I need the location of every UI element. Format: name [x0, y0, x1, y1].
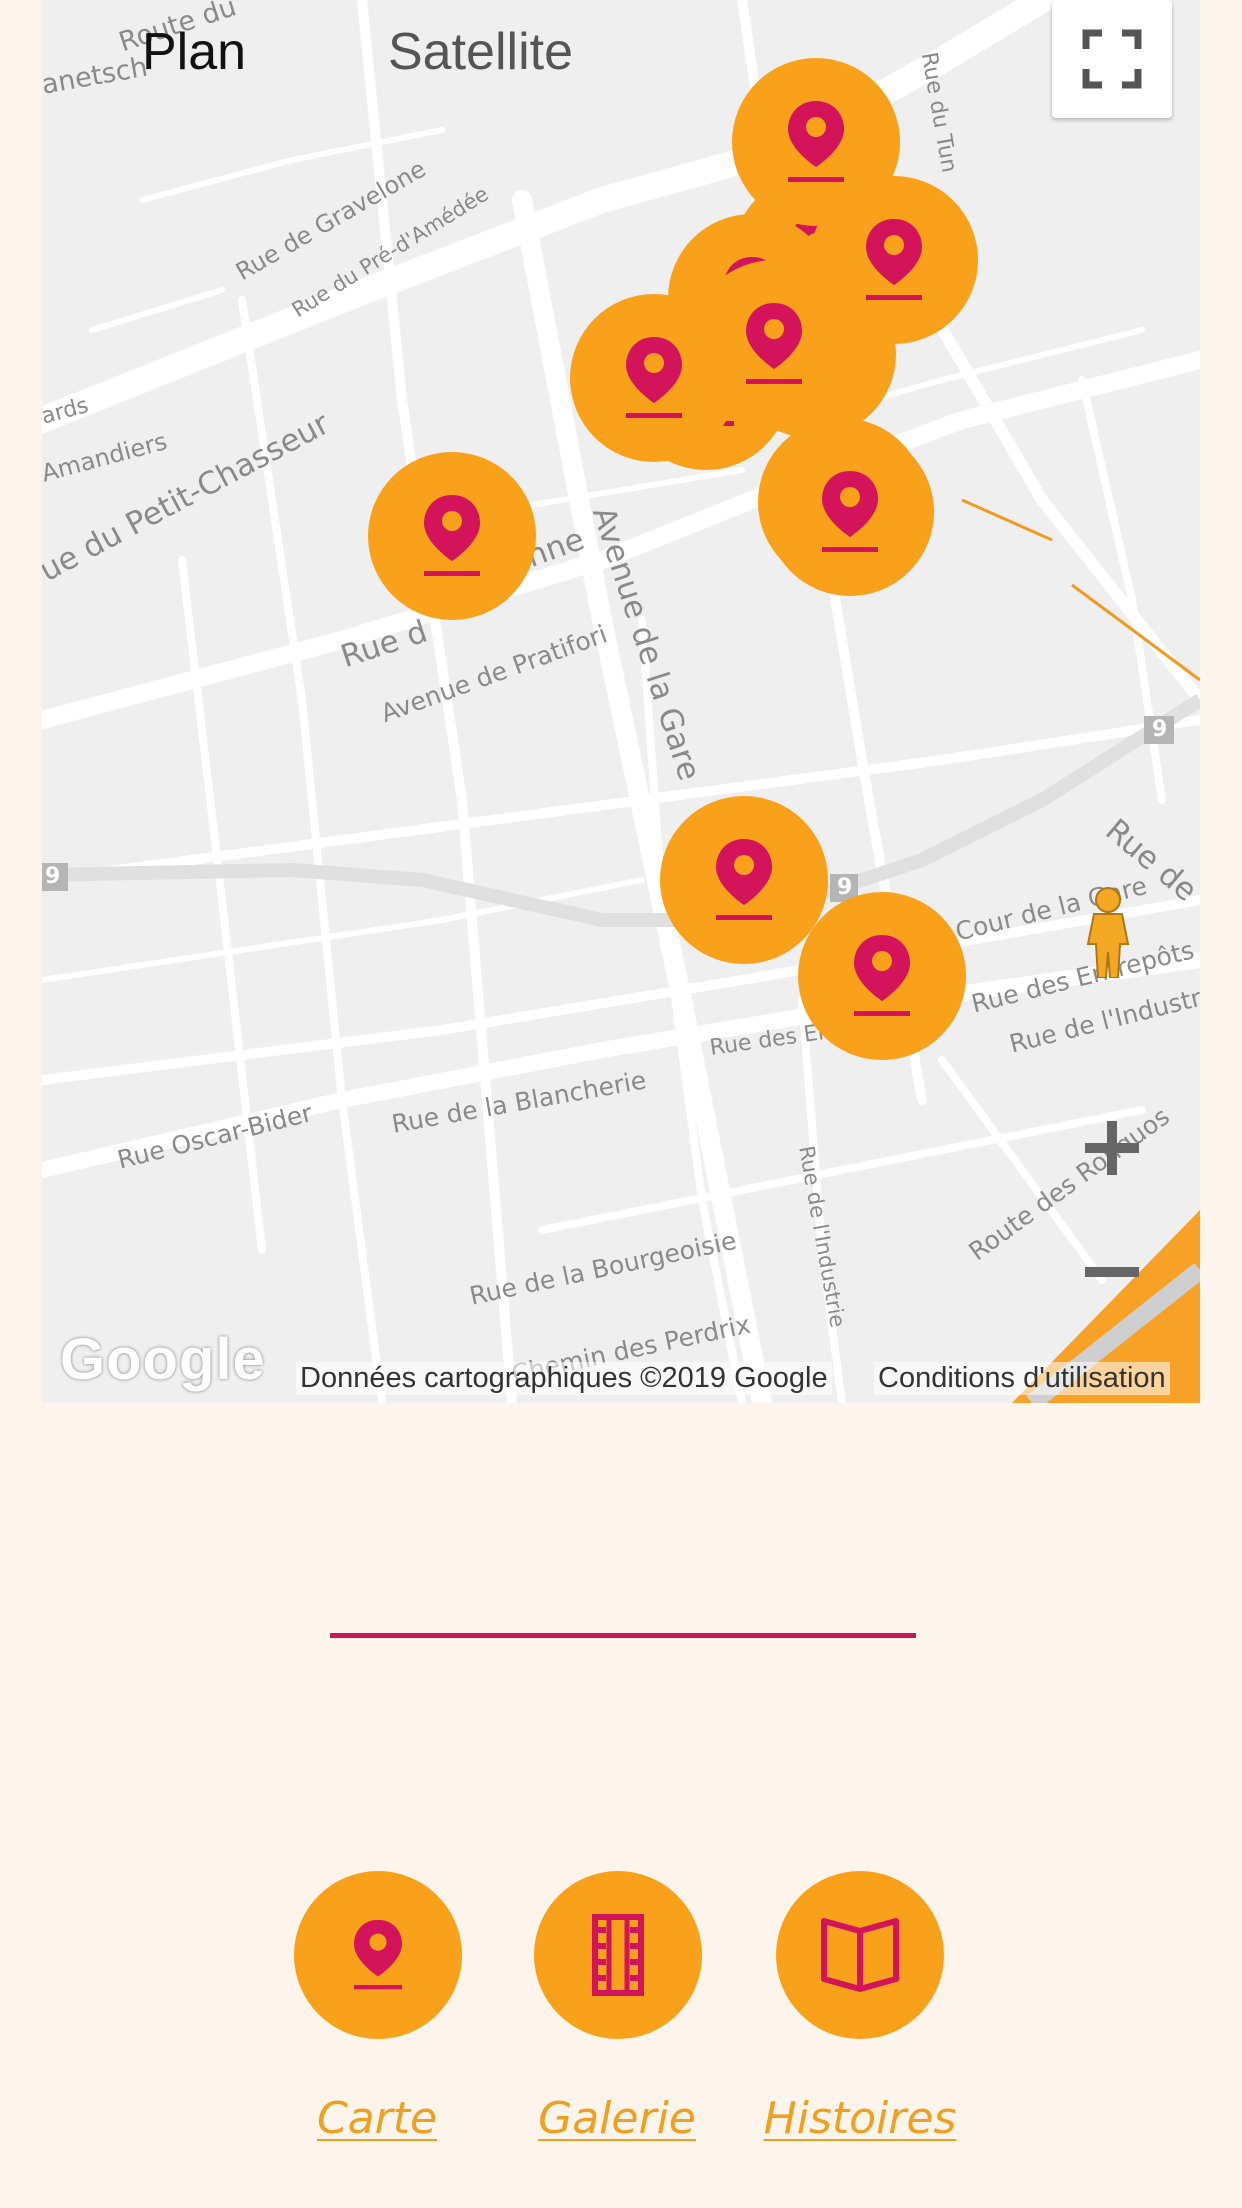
zoom-in-button[interactable]	[1072, 1108, 1152, 1188]
map-attribution: Données cartographiques ©2019 Google	[296, 1362, 832, 1395]
map-marker[interactable]	[766, 428, 934, 596]
map-pin-icon	[746, 303, 802, 384]
map-marker[interactable]	[690, 260, 858, 428]
map-marker[interactable]	[732, 58, 900, 226]
map-roads	[42, 0, 1200, 1403]
map-pin-icon	[354, 1919, 402, 1990]
map-pin-icon	[788, 101, 844, 182]
open-book-icon	[821, 1918, 899, 1992]
tab-satellite[interactable]: Satellite	[388, 22, 573, 82]
nav-label-histoires[interactable]: Histoires	[764, 2093, 957, 2144]
plus-icon	[1085, 1121, 1139, 1175]
pegman-icon[interactable]	[1080, 886, 1136, 978]
map-pin-icon	[424, 495, 480, 576]
map-marker[interactable]	[798, 892, 966, 1060]
section-divider	[330, 1633, 916, 1638]
map-pin-icon	[822, 471, 878, 552]
map-marker[interactable]	[660, 796, 828, 964]
nav-carte-button[interactable]	[294, 1871, 462, 2039]
map-pin-icon	[716, 839, 772, 920]
tab-plan[interactable]: Plan	[142, 22, 246, 82]
map-view[interactable]: 9 9 9 Route du anetsch Rue de Gravelone …	[42, 0, 1200, 1403]
road-number-label: 9	[1152, 717, 1168, 742]
road-number-label: 9	[837, 875, 853, 900]
minus-icon	[1085, 1267, 1139, 1277]
map-marker[interactable]	[368, 452, 536, 620]
map-pin-icon	[866, 219, 922, 300]
nav-histoires-button[interactable]	[776, 1871, 944, 2039]
fullscreen-icon	[1082, 29, 1142, 89]
map-pin-icon	[626, 337, 682, 418]
nav-label-carte[interactable]: Carte	[317, 2093, 437, 2144]
terms-link[interactable]: Conditions d'utilisation	[874, 1362, 1170, 1395]
google-logo: Google	[60, 1327, 266, 1392]
zoom-out-button[interactable]	[1072, 1232, 1152, 1312]
film-strip-icon	[592, 1914, 644, 1996]
nav-label-galerie[interactable]: Galerie	[538, 2093, 696, 2144]
fullscreen-button[interactable]	[1052, 0, 1172, 118]
road-number-label: 9	[45, 864, 61, 889]
nav-galerie-button[interactable]	[534, 1871, 702, 2039]
map-pin-icon	[854, 935, 910, 1016]
